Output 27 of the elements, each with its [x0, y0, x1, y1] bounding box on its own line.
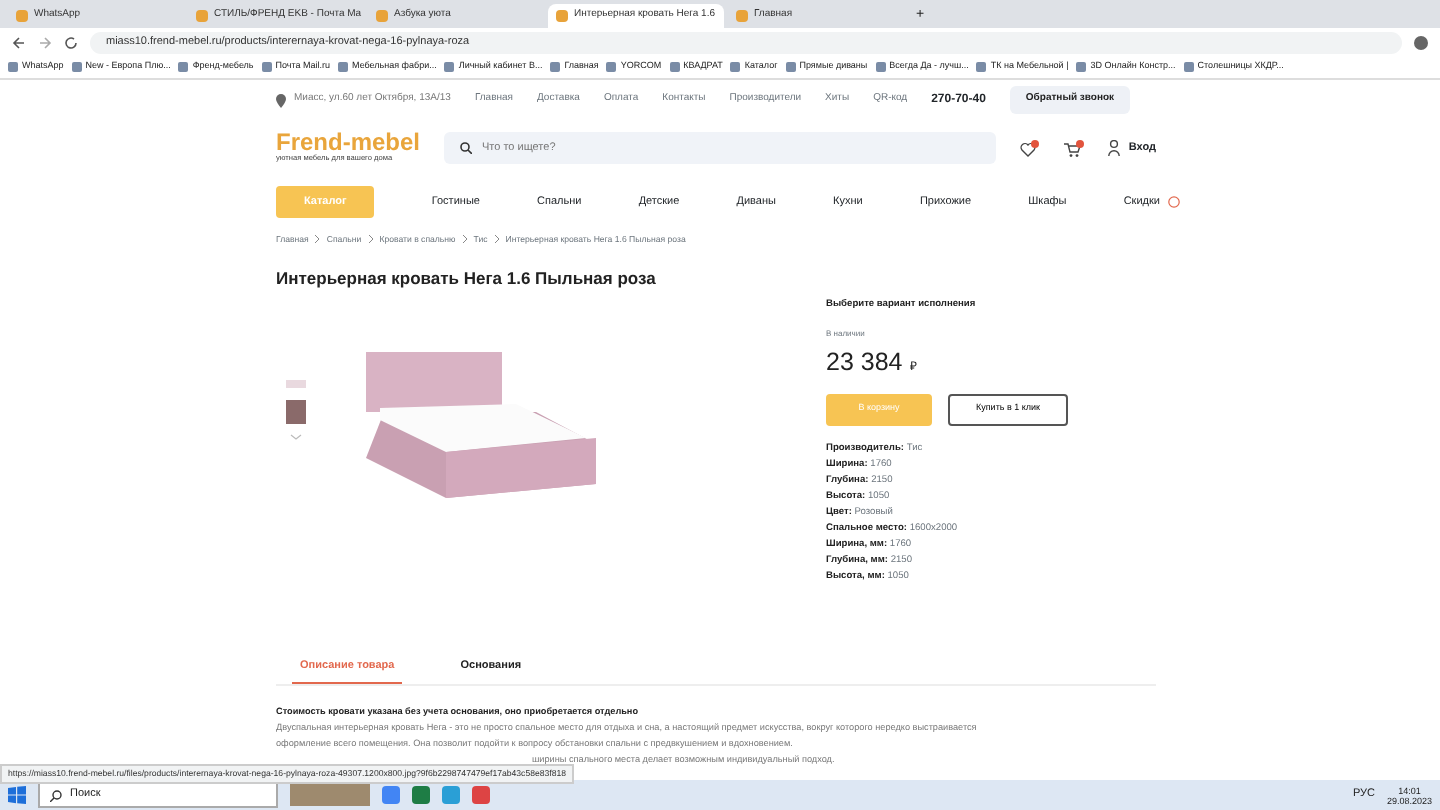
favicon-icon [556, 10, 568, 22]
product-price: 23 384 [826, 345, 903, 380]
chevron-right-icon [314, 234, 321, 244]
forward-arrow-icon [38, 35, 52, 49]
user-icon [1108, 140, 1121, 156]
logo: Frend-mebel [276, 130, 421, 155]
product-title: Интерьерная кровать Нега 1.6 Пыльная роза [276, 268, 658, 290]
photo-placeholder [286, 399, 306, 424]
profile-icon [1414, 35, 1428, 49]
chevron-right-icon [493, 234, 500, 244]
favicon-icon [376, 10, 388, 22]
back-arrow-icon [12, 35, 26, 49]
cart-icon [1064, 139, 1085, 157]
location-pin-icon [276, 93, 286, 107]
search-icon [460, 142, 473, 154]
favicon-icon [736, 10, 748, 22]
photo-placeholder [290, 784, 370, 806]
favicon-icon [196, 10, 208, 22]
chevron-right-icon [367, 234, 374, 244]
search-icon [50, 789, 62, 801]
heart-icon [1020, 139, 1041, 157]
bed-thumbnail [286, 377, 306, 390]
favicon-icon [16, 10, 28, 22]
reload-icon [64, 35, 78, 49]
chevron-right-icon [461, 234, 468, 244]
windows-start-icon [8, 786, 26, 804]
chevron-down-icon [290, 433, 302, 440]
